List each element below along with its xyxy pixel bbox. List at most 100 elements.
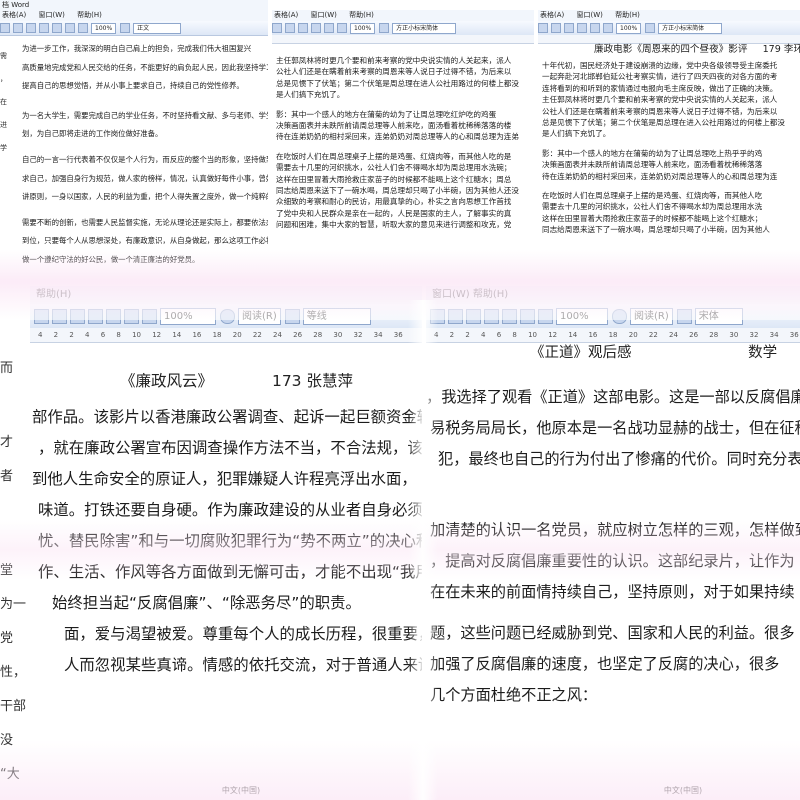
text-line: 问题和困难，集中大家的智慧，听取大家的意见来进行调整和攻克，党 [276, 220, 512, 230]
app-title-bar: 档 Word [0, 0, 268, 10]
menu-window[interactable]: 窗口(W) [577, 11, 603, 19]
text-line: 这样在田里冒着大雨抢救庄家苗子的时候都不能喝上这个红糖水；周总 [276, 174, 512, 184]
menu-window-help[interactable]: 窗口(W) 帮助(H) [432, 289, 508, 300]
copy-icon[interactable] [52, 23, 62, 33]
status-language: 中文(中国) [221, 786, 261, 795]
open-icon[interactable] [13, 23, 23, 33]
table-icon[interactable] [337, 23, 347, 33]
text-line: 影：其中一个感人的地方在蒲菊的幼为了让周总理吃红炉吃的鸡蛋 [276, 109, 497, 119]
print-icon[interactable] [311, 23, 321, 33]
zoom-select[interactable]: 100% [160, 307, 216, 325]
drawing-icon[interactable] [106, 308, 121, 324]
menu-bar: 窗口(W) 帮助(H) [426, 286, 800, 304]
text-line: 面，爱与渴望被爱。尊重每个人的成长历程，很重要，影 [64, 625, 422, 643]
insert-table-icon[interactable] [52, 308, 67, 324]
zoom-select[interactable]: 100% [556, 307, 608, 325]
map-icon[interactable] [520, 308, 535, 324]
paste-icon[interactable] [65, 23, 75, 33]
print-icon[interactable] [39, 23, 49, 33]
menu-help[interactable]: 帮助(H) [36, 289, 71, 300]
new-doc-icon[interactable] [272, 23, 282, 33]
copy-icon[interactable] [324, 23, 334, 33]
table-icon[interactable] [603, 23, 613, 33]
document-title-row: 《廉政风云》 173 张慧萍 [120, 370, 422, 392]
style-pane-icon[interactable] [284, 308, 300, 324]
menu-table[interactable]: 表格(A) [540, 11, 564, 19]
text-line: 是人们搞下充饥了。 [276, 90, 345, 100]
save-icon[interactable] [26, 23, 36, 33]
text-line: 到位，只要每个人从思想深处，有廉政意识，从自身做起，那么这项工作必将能取 [22, 236, 268, 246]
style-select[interactable]: 方正小标宋简体 [392, 22, 457, 34]
menu-window[interactable]: 窗口(W) [311, 11, 337, 19]
style-pane-icon[interactable] [676, 308, 692, 324]
text-line: 是人们搞下充饥了。 [542, 129, 611, 139]
cut-char: ， [0, 75, 7, 83]
document-title: 《正道》观后感 [530, 345, 632, 361]
document-page: 廉政电影《周恩来的四个昼夜》影评 179 李环 十年代初，国民经济处于建设崩溃的… [538, 43, 800, 290]
table-icon[interactable] [34, 308, 49, 324]
toolbar: 100% 阅读(R) 等线 [30, 304, 422, 329]
save-icon[interactable] [298, 23, 308, 33]
zoom-select[interactable]: 100% [91, 22, 117, 34]
help-icon[interactable] [612, 308, 627, 324]
menu-bar: 表格(A) 窗口(W) 帮助(H) [538, 10, 800, 21]
columns-icon[interactable] [88, 308, 103, 324]
help-icon[interactable] [645, 23, 656, 33]
read-button[interactable]: 阅读(R) [630, 307, 673, 325]
table-icon[interactable] [78, 23, 88, 33]
cut-char: 需 [0, 52, 7, 60]
style-select[interactable]: 等线 [302, 307, 371, 325]
document-title: 廉政电影《周恩来的四个昼夜》影评 [594, 44, 748, 55]
document-page: 主任郭凤林将时更几个要和前来考察的党中央说实情的人关起来，派人 公社人们还是在瞒… [272, 43, 534, 282]
text-line: 题，这些问题已经威胁到党、国家和人民的利益。很多 [430, 624, 795, 642]
cut-char: 党性， [0, 631, 27, 680]
excel-icon[interactable] [70, 308, 85, 324]
new-doc-icon[interactable] [0, 23, 10, 33]
style-select[interactable]: 正文 [133, 22, 182, 34]
read-button[interactable]: 阅读(R) [238, 307, 281, 325]
style-select[interactable]: 宋体 [694, 307, 743, 325]
columns-icon[interactable] [484, 308, 499, 324]
toolbar: 100% 方正小标宋简体 [272, 21, 534, 36]
open-icon[interactable] [285, 23, 295, 33]
text-line: 公社人们还是在瞒着前来考察的周恩来等人说日子过得不错，为后来以 [276, 67, 512, 77]
drawing-icon[interactable] [502, 308, 517, 324]
table-icon[interactable] [430, 308, 445, 324]
text-line: 在吃饭时人们在周总理桌子上摆的是鸡蛋、红烧肉等，而其他人吃 [542, 191, 763, 201]
document-page: 《正道》观后感 数学 ，我选择了观看《正道》这部电影。这是一部以反腐倡廉为题 易… [426, 342, 800, 800]
copy-icon[interactable] [590, 23, 600, 33]
document-author-number: 数学 [748, 345, 778, 361]
text-line: 同志给周恩来送下了一碗水喝，周总理却只喝了小半碗，因为其他人 [542, 225, 770, 235]
zoom-select[interactable]: 100% [616, 22, 642, 34]
text-line: 提高自己的思想觉悟，并从小事上要求自己，持续自己的党性修养。 [22, 81, 244, 91]
help-icon[interactable] [379, 23, 390, 33]
insert-table-icon[interactable] [448, 308, 463, 324]
excel-icon[interactable] [466, 308, 481, 324]
text-line: 决策画面表并未跌所前请周总理等人前来吃，面汤看着枕稀稀落落 [542, 160, 763, 170]
text-line: 需要去十几里的河织挑水，公社人们舍不得喝水却为周总理用水洗碗； [276, 163, 512, 173]
map-icon[interactable] [124, 308, 139, 324]
new-doc-icon[interactable] [538, 23, 548, 33]
text-line: 在在未来的前面情持续自己，坚持原则，对于如果持续 [430, 583, 795, 601]
menu-help[interactable]: 帮助(H) [77, 11, 102, 19]
document-title-row: 廉政电影《周恩来的四个昼夜》影评 179 李环 [594, 43, 800, 56]
text-line: 待在连弟奶奶的相村采回来，连弟奶奶对周总理等人的心和周总理为连 [542, 171, 778, 181]
text-line: 作、生活、作风等各方面做到无懈可击，才能不出现“我用 [38, 563, 422, 581]
zoom-select[interactable]: 100% [350, 22, 376, 34]
show-marks-icon[interactable] [142, 308, 157, 324]
style-select[interactable]: 方正小标宋简体 [658, 22, 723, 34]
help-icon[interactable] [120, 23, 131, 33]
save-icon[interactable] [564, 23, 574, 33]
open-icon[interactable] [551, 23, 561, 33]
text-line: 需要不断的创新，也需要人民监督实施，无论从理论还是实际上，都要依法办事 [22, 217, 268, 227]
menu-table[interactable]: 表格(A) [274, 11, 298, 19]
text-line: 众细致的考察和耐心的民访，用最真挚的心，朴实之言向思想工作首找 [276, 197, 512, 207]
menu-help[interactable]: 帮助(H) [615, 11, 640, 19]
menu-help[interactable]: 帮助(H) [349, 11, 374, 19]
print-icon[interactable] [577, 23, 587, 33]
menu-window[interactable]: 窗口(W) [39, 11, 65, 19]
menu-table[interactable]: 表格(A) [2, 11, 26, 19]
help-icon[interactable] [220, 308, 235, 324]
show-marks-icon[interactable] [538, 308, 553, 324]
text-line: 影：其中一个感人的地方在蒲菊的幼为了让周总理吃上热乎乎的鸡 [542, 148, 763, 158]
